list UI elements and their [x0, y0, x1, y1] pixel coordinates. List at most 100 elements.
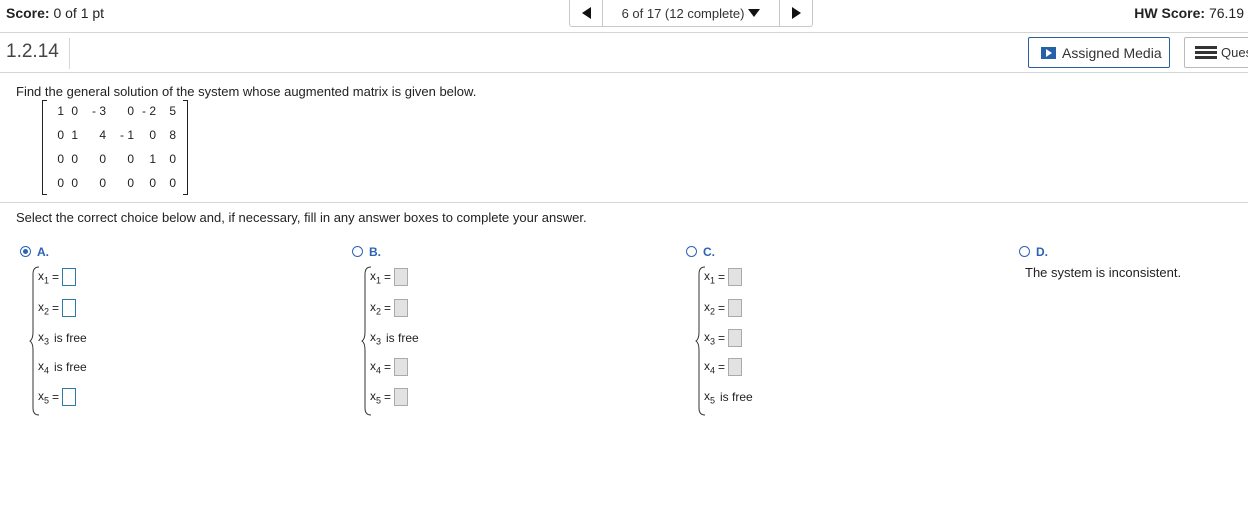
- variable-subscript: 4: [376, 365, 382, 376]
- hw-score-label: HW Score:: [1134, 5, 1206, 21]
- system-row: x5 =: [38, 387, 77, 407]
- variable-subscript: 2: [376, 306, 382, 317]
- divider: [0, 72, 1248, 73]
- system-row: x5 is free: [704, 387, 753, 407]
- score: Score: 0 of 1 pt: [6, 5, 104, 21]
- augmented-matrix: 10- 30- 25014- 108000010000000: [42, 100, 188, 195]
- choice-label[interactable]: D.: [1036, 245, 1048, 259]
- row-text: =: [52, 301, 60, 315]
- system-row: x1 =: [704, 267, 743, 287]
- system-row: x1 =: [38, 267, 77, 287]
- answer-box: [394, 268, 409, 286]
- variable-name: x4: [38, 358, 50, 376]
- answer-box: [728, 268, 743, 286]
- answer-box[interactable]: [62, 299, 77, 317]
- variable-name: x2: [38, 299, 50, 317]
- system-row: x4 =: [370, 357, 409, 377]
- variable-subscript: 1: [710, 275, 716, 286]
- matrix-cell: 8: [169, 128, 176, 142]
- choice-radio[interactable]: [20, 246, 31, 257]
- row-text: =: [384, 360, 392, 374]
- variable-subscript: 1: [376, 275, 382, 286]
- matrix-cell: 0: [71, 104, 78, 118]
- variable-name: x2: [704, 299, 716, 317]
- variable-name: x1: [704, 268, 716, 286]
- row-text: =: [384, 390, 392, 404]
- variable-name: x5: [704, 388, 716, 406]
- row-text: =: [52, 270, 60, 284]
- row-text: is free: [54, 360, 87, 374]
- variable-subscript: 5: [710, 395, 716, 406]
- choice-radio[interactable]: [686, 246, 697, 257]
- choice-text: The system is inconsistent.: [1025, 265, 1182, 280]
- score-value: 0 of 1 pt: [53, 5, 105, 21]
- variable-name: x3: [704, 329, 716, 347]
- assigned-media-button[interactable]: Assigned Media: [1028, 37, 1170, 68]
- questions-label: Ques: [1221, 45, 1248, 60]
- system-row: x4 =: [704, 357, 743, 377]
- arrow-right-icon: [791, 7, 801, 19]
- variable-subscript: 5: [376, 395, 382, 406]
- divider: [0, 202, 1248, 203]
- matrix-cell: 0: [149, 176, 156, 190]
- variable-subscript: 4: [710, 365, 716, 376]
- matrix-cell: 0: [71, 152, 78, 166]
- matrix-cell: 0: [127, 176, 134, 190]
- choice-radio[interactable]: [352, 246, 363, 257]
- previous-question-button[interactable]: [570, 0, 603, 26]
- variable-subscript: 2: [44, 306, 50, 317]
- row-text: =: [718, 360, 726, 374]
- question-selector[interactable]: 6 of 17 (12 complete): [603, 0, 779, 26]
- matrix-cell: 4: [99, 128, 106, 142]
- hw-score-value: 76.19: [1208, 5, 1244, 21]
- variable-name: x2: [370, 299, 382, 317]
- answer-box[interactable]: [62, 388, 77, 406]
- answer-box[interactable]: [62, 268, 77, 286]
- list-icon: [1195, 45, 1217, 60]
- instructions: Select the correct choice below and, if …: [16, 210, 587, 225]
- row-text: =: [718, 270, 726, 284]
- system-row: x1 =: [370, 267, 409, 287]
- variable-name: x1: [38, 268, 50, 286]
- answer-box: [394, 299, 409, 317]
- question-prompt: Find the general solution of the system …: [16, 84, 477, 99]
- answer-box: [728, 358, 743, 376]
- variable-subscript: 3: [44, 336, 50, 347]
- caret-down-icon: [748, 9, 761, 17]
- variable-subscript: 3: [710, 336, 716, 347]
- variable-name: x3: [38, 329, 50, 347]
- score-label: Score:: [6, 5, 50, 21]
- choice-radio[interactable]: [1019, 246, 1030, 257]
- row-text: =: [718, 331, 726, 345]
- matrix-cell: 0: [169, 176, 176, 190]
- matrix-cell: 0: [127, 152, 134, 166]
- choice-label[interactable]: B.: [369, 245, 381, 259]
- matrix-cell: - 1: [119, 128, 134, 142]
- next-question-button[interactable]: [779, 0, 812, 26]
- progress-text: 6 of 17 (12 complete): [621, 5, 745, 21]
- divider: [0, 32, 1248, 33]
- questions-list-button[interactable]: Ques: [1184, 37, 1248, 68]
- divider: [69, 38, 70, 69]
- matrix-cell: 1: [71, 128, 78, 142]
- variable-name: x4: [704, 358, 716, 376]
- answer-box: [728, 299, 743, 317]
- system-row: x3 is free: [38, 328, 87, 348]
- matrix-right-bracket: [183, 100, 188, 195]
- matrix-cell: 5: [169, 104, 176, 118]
- hw-score: HW Score: 76.19: [1134, 5, 1244, 21]
- variable-subscript: 2: [710, 306, 716, 317]
- system-row: x3 is free: [370, 328, 419, 348]
- variable-subscript: 3: [376, 336, 382, 347]
- row-text: is free: [54, 331, 87, 345]
- matrix-cell: 0: [71, 176, 78, 190]
- choice-label[interactable]: A.: [37, 245, 49, 259]
- system-row: x2 =: [704, 298, 743, 318]
- choice-label[interactable]: C.: [703, 245, 715, 259]
- media-play-icon: [1041, 46, 1056, 59]
- matrix-cell: 1: [149, 152, 156, 166]
- question-pager: 6 of 17 (12 complete): [569, 0, 813, 27]
- row-text: is free: [386, 331, 419, 345]
- matrix-cell: 0: [99, 176, 106, 190]
- variable-name: x4: [370, 358, 382, 376]
